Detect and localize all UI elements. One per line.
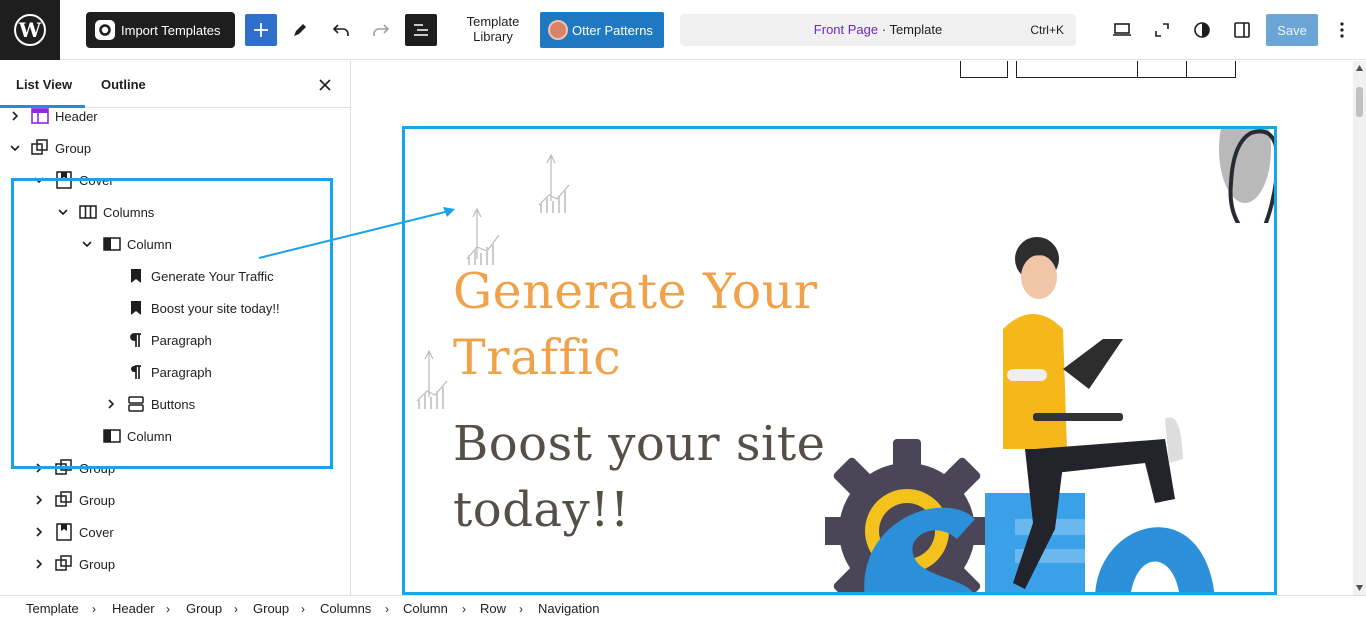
fullscreen-button[interactable] [1146, 14, 1178, 46]
settings-sidebar-button[interactable] [1226, 14, 1258, 46]
breadcrumb-separator-icon: › [92, 602, 96, 616]
list-item-label: Header [55, 108, 98, 124]
redo-button[interactable] [365, 14, 397, 46]
growth-chart-doodle-icon [416, 349, 448, 409]
import-templates-label: Import Templates [121, 22, 221, 38]
otter-patterns-label: Otter Patterns [572, 22, 653, 38]
breadcrumb-item[interactable]: Column [403, 601, 448, 616]
document-type: Template [889, 22, 943, 37]
cover-heading-boost[interactable]: Boost your site today!! [453, 411, 833, 543]
list-item-label: Group [79, 556, 116, 572]
otter-patterns-button[interactable]: Otter Patterns [540, 12, 664, 48]
breadcrumb-item[interactable]: Navigation [538, 601, 599, 616]
decorative-blob [1219, 129, 1274, 223]
cover-block[interactable]: Generate Your Traffic Boost your site to… [402, 126, 1277, 595]
group-icon [31, 139, 49, 157]
breadcrumb-separator-icon: › [166, 602, 170, 616]
otter-avatar-icon [548, 20, 568, 40]
wordpress-icon: W [14, 14, 46, 46]
chevron-right-icon[interactable] [34, 527, 44, 537]
group-icon [55, 555, 73, 573]
command-palette-bar[interactable]: Front Page · Template Ctrl+K [680, 14, 1076, 46]
more-vertical-icon [1340, 22, 1344, 38]
scroll-up-icon[interactable] [1356, 65, 1363, 71]
group-icon [55, 491, 73, 509]
template-part-icon [31, 107, 49, 125]
preview-device-button[interactable] [1106, 14, 1138, 46]
list-item[interactable]: Header [10, 100, 98, 132]
cover-icon [55, 523, 73, 541]
list-item-label: Cover [79, 524, 114, 540]
redo-icon [373, 24, 390, 36]
fullscreen-icon [1155, 23, 1169, 37]
import-icon [95, 20, 115, 40]
list-item-label: Group [55, 140, 92, 156]
breadcrumb-separator-icon: › [462, 602, 466, 616]
seo-illustration [825, 237, 1214, 592]
list-item-label: Group [79, 492, 116, 508]
undo-icon [332, 24, 349, 36]
breadcrumb-item[interactable]: Columns [320, 601, 371, 616]
growth-chart-doodle-icon [538, 153, 570, 213]
breadcrumb-item[interactable]: Group [186, 601, 222, 616]
template-library-line2: Library [473, 29, 513, 44]
breadcrumb-item[interactable]: Header [112, 601, 155, 616]
editor-header: W Import Templates Template Library Otte… [0, 0, 1366, 60]
breadcrumb-separator-icon: › [234, 602, 238, 616]
desktop-icon [1113, 23, 1131, 36]
block-toolbar-fragment[interactable] [1186, 61, 1236, 78]
canvas-scrollbar[interactable] [1353, 61, 1366, 595]
save-button[interactable]: Save [1266, 14, 1318, 46]
options-menu-button[interactable] [1326, 14, 1358, 46]
tools-button[interactable] [284, 14, 316, 46]
block-toolbar-fragment[interactable] [1016, 61, 1138, 78]
cover-heading-generate[interactable]: Generate Your Traffic [453, 259, 833, 391]
template-library-button[interactable]: Template Library [458, 14, 528, 44]
chevron-down-icon[interactable] [10, 143, 20, 153]
chevron-right-icon[interactable] [34, 559, 44, 569]
shortcut-hint: Ctrl+K [1030, 23, 1064, 37]
list-view-icon [414, 24, 428, 36]
wordpress-logo-button[interactable]: W [0, 0, 60, 60]
breadcrumb-item[interactable]: Row [480, 601, 506, 616]
list-item[interactable]: Cover [34, 516, 114, 548]
block-breadcrumb: Template › Header › Group › Group › Colu… [0, 595, 1366, 620]
close-icon[interactable] [316, 76, 334, 94]
block-toolbar-fragment[interactable] [960, 61, 1008, 78]
list-item[interactable]: Group [34, 548, 115, 580]
template-library-line1: Template [466, 14, 520, 29]
document-separator: · [878, 22, 890, 37]
block-inserter-button[interactable] [245, 14, 277, 46]
breadcrumb-item[interactable]: Group [253, 601, 289, 616]
styles-button[interactable] [1186, 14, 1218, 46]
document-page-name[interactable]: Front Page [814, 22, 878, 37]
list-item[interactable]: Group [10, 132, 91, 164]
undo-button[interactable] [325, 14, 357, 46]
sidebar-icon [1234, 22, 1250, 38]
document-overview-button[interactable] [405, 14, 437, 46]
breadcrumb-item[interactable]: Template [26, 601, 79, 616]
document-title: Front Page · Template [680, 22, 1076, 37]
breadcrumb-separator-icon: › [301, 602, 305, 616]
annotation-arrow [258, 207, 455, 259]
breadcrumb-separator-icon: › [519, 602, 523, 616]
svg-text:W: W [18, 18, 42, 42]
contrast-icon [1194, 22, 1210, 38]
import-templates-button[interactable]: Import Templates [86, 12, 235, 48]
tab-outline[interactable]: Outline [101, 77, 146, 92]
chevron-right-icon[interactable] [34, 495, 44, 505]
block-toolbar-fragment[interactable] [1137, 61, 1187, 78]
pencil-icon [294, 24, 306, 36]
plus-icon [254, 23, 268, 37]
list-item[interactable]: Group [34, 484, 115, 516]
scroll-down-icon[interactable] [1356, 585, 1363, 591]
tab-list-view[interactable]: List View [16, 77, 72, 92]
breadcrumb-separator-icon: › [385, 602, 389, 616]
chevron-right-icon[interactable] [10, 111, 20, 121]
scrollbar-thumb[interactable] [1356, 87, 1363, 117]
